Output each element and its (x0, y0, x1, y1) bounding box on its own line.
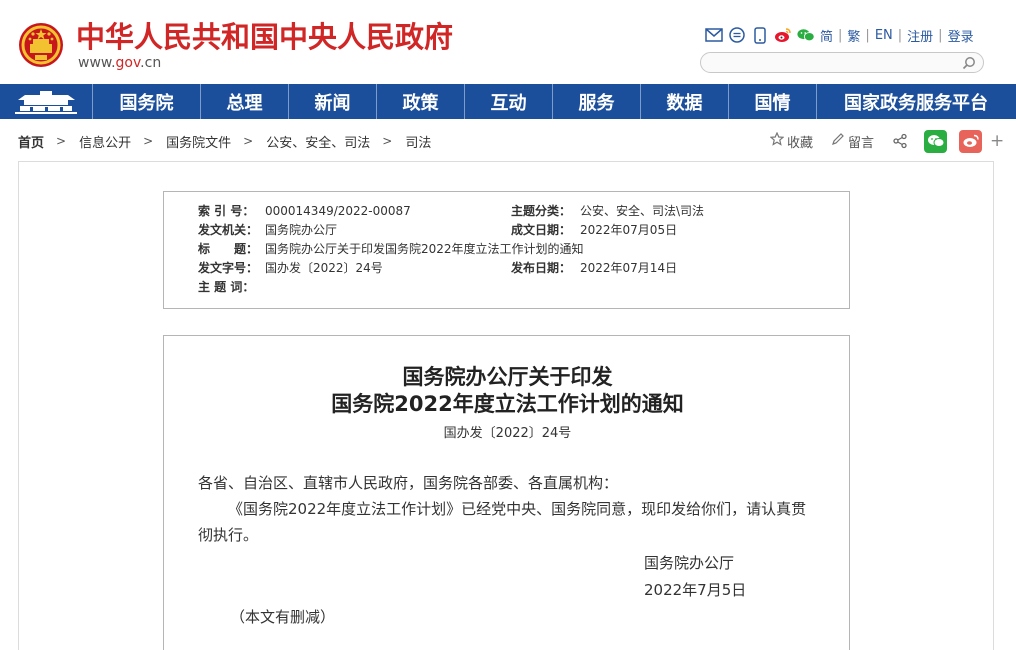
nav-item-service-platform[interactable]: 国家政务服务平台 (817, 84, 1015, 119)
breadcrumb-separator: > (382, 134, 393, 148)
meta-keywords-label: 主 题 词： (198, 280, 255, 294)
breadcrumb-separator: > (143, 134, 154, 148)
favorite-label: 收藏 (787, 135, 814, 151)
meta-published-date: 发布日期： 2022年07月14日 (511, 259, 677, 277)
breadcrumb-separator: > (56, 134, 67, 148)
document-paragraph: 《国务院2022年度立法工作计划》已经党中央、国务院同意，现印发给你们，请认真贯… (198, 500, 807, 544)
meta-index-value: 000014349/2022-00087 (265, 204, 411, 218)
weibo-share-icon[interactable] (959, 129, 983, 153)
site-url-brand: gov (115, 55, 141, 71)
meta-issuer-label: 发文机关： (198, 223, 259, 237)
national-emblem-icon[interactable] (18, 22, 64, 68)
meta-category-value: 公安、安全、司法\司法 (580, 204, 705, 218)
wechat-icon[interactable] (797, 26, 815, 44)
separator: | (865, 27, 870, 43)
weibo-icon[interactable] (774, 26, 792, 44)
share-icon[interactable] (892, 133, 911, 149)
document-number: 国办发〔2022〕24号 (443, 426, 572, 441)
star-icon (769, 131, 787, 150)
breadcrumb-state-council-docs[interactable]: 国务院文件 (166, 132, 231, 151)
nav-item-news[interactable]: 新闻 (289, 84, 377, 119)
comment-button[interactable]: 留言 (831, 132, 874, 151)
nav-item-services[interactable]: 服务 (553, 84, 641, 119)
comment-label: 留言 (848, 135, 875, 151)
pencil-icon (831, 132, 848, 150)
meta-keywords: 主 题 词： (198, 278, 265, 296)
meta-category: 主题分类： 公安、安全、司法\司法 (511, 202, 704, 220)
separator: | (897, 27, 903, 43)
breadcrumb-justice[interactable]: 司法 (405, 132, 431, 151)
breadcrumb: 首页 > 信息公开 > 国务院文件 > 公安、安全、司法 > 司法 (18, 131, 431, 151)
separator: | (838, 27, 843, 43)
meta-doc-number: 发文字号： 国办发〔2022〕24号 (198, 259, 383, 277)
document-title-line2: 国务院2022年度立法工作计划的通知 (331, 392, 684, 416)
site-url-suffix: .cn (140, 55, 162, 71)
document-title-line1: 国务院办公厅关于印发 (402, 365, 613, 389)
meta-issuer: 发文机关： 国务院办公厅 (198, 221, 337, 239)
document-metadata: 索 引 号： 000014349/2022-00087 主题分类： 公安、安全、司法… (163, 191, 850, 309)
english-link[interactable]: EN (875, 28, 893, 43)
message-icon[interactable] (728, 26, 746, 44)
meta-docno-label: 发文字号： (198, 261, 259, 275)
document-body: 国务院办公厅关于印发 国务院2022年度立法工作计划的通知 国办发〔2022〕2… (163, 335, 850, 650)
nav-item-state-council[interactable]: 国务院 (93, 84, 201, 119)
site-url[interactable]: www.gov.cn (78, 55, 161, 71)
site-url-prefix: www. (78, 55, 116, 71)
meta-written-label: 成文日期： (511, 223, 572, 237)
meta-title-label: 标 题： (198, 242, 259, 256)
breadcrumb-home[interactable]: 首页 (18, 132, 44, 151)
mobile-icon[interactable] (751, 26, 769, 44)
document-signature: 国务院办公厅 (644, 554, 735, 572)
meta-category-label: 主题分类： (511, 204, 572, 218)
document-date: 2022年7月5日 (644, 581, 747, 599)
meta-docno-value: 国办发〔2022〕24号 (265, 261, 383, 275)
breadcrumb-public-security[interactable]: 公安、安全、司法 (266, 132, 370, 151)
site-header: 中华人民共和国中央人民政府 www.gov.cn 简 | 繁 | EN | 注册… (0, 0, 1016, 84)
register-link[interactable]: 注册 (907, 26, 933, 45)
search-box (700, 52, 984, 73)
login-link[interactable]: 登录 (948, 26, 974, 45)
separator: | (938, 27, 943, 43)
nav-item-policy[interactable]: 政策 (377, 84, 465, 119)
nav-home-building-icon[interactable] (0, 84, 93, 119)
email-icon[interactable] (705, 26, 723, 44)
meta-written-value: 2022年07月05日 (580, 223, 678, 237)
article-tools: 收藏 留言 + (769, 128, 1004, 154)
meta-published-label: 发布日期： (511, 261, 572, 275)
nav-item-premier[interactable]: 总理 (201, 84, 289, 119)
meta-title: 标 题： 国务院办公厅关于印发国务院2022年度立法工作计划的通知 (198, 240, 584, 258)
search-icon[interactable] (961, 55, 977, 71)
top-links: 简 | 繁 | EN | 注册 | 登录 (705, 24, 974, 46)
site-title[interactable]: 中华人民共和国中央人民政府 (76, 20, 453, 54)
more-share-button[interactable]: + (990, 131, 1004, 151)
favorite-button[interactable]: 收藏 (769, 131, 814, 151)
document-note: （本文有删减） (230, 608, 336, 626)
nav-item-data[interactable]: 数据 (641, 84, 729, 119)
meta-index-label: 索 引 号： (198, 204, 255, 218)
meta-title-value: 国务院办公厅关于印发国务院2022年度立法工作计划的通知 (265, 242, 584, 256)
traditional-chinese-link[interactable]: 繁 (847, 26, 860, 45)
main-nav: 国务院 总理 新闻 政策 互动 服务 数据 国情 国家政务服务平台 (0, 84, 1016, 119)
breadcrumb-separator: > (243, 134, 254, 148)
meta-written-date: 成文日期： 2022年07月05日 (511, 221, 677, 239)
breadcrumb-info-disclosure[interactable]: 信息公开 (79, 132, 131, 151)
meta-index: 索 引 号： 000014349/2022-00087 (198, 202, 411, 220)
simplified-chinese-link[interactable]: 简 (820, 26, 833, 45)
meta-issuer-value: 国务院办公厅 (265, 223, 338, 237)
document-salutation: 各省、自治区、直辖市人民政府，国务院各部委、各直属机构： (198, 474, 619, 492)
nav-item-national-info[interactable]: 国情 (729, 84, 817, 119)
wechat-share-icon[interactable] (924, 129, 948, 153)
nav-item-interaction[interactable]: 互动 (465, 84, 553, 119)
meta-published-value: 2022年07月14日 (580, 261, 678, 275)
search-input[interactable] (711, 55, 961, 70)
